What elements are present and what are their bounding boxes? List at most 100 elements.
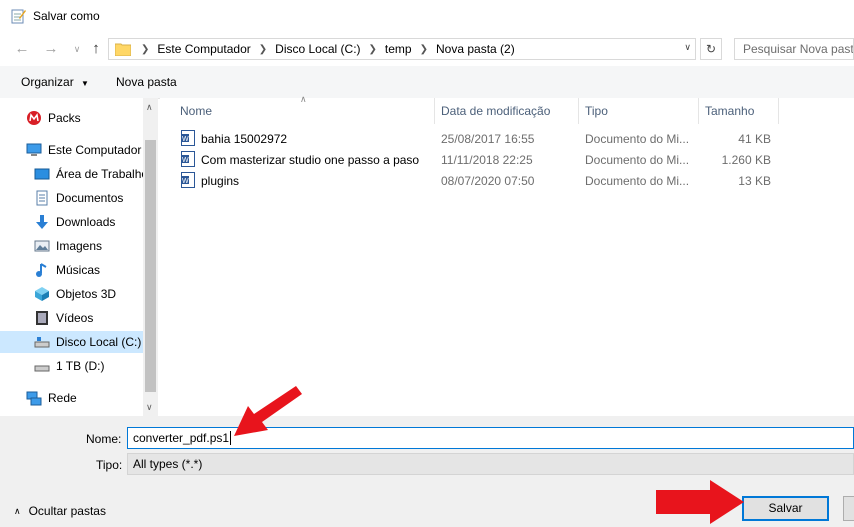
sidebar-item-label: 1 TB (D:) — [56, 359, 105, 373]
text-caret — [230, 431, 232, 445]
svg-text:W: W — [182, 157, 189, 164]
word-document-icon: W — [181, 130, 195, 146]
network-icon — [26, 390, 42, 406]
drive-icon — [34, 358, 50, 374]
sidebar-item-label: Este Computador — [48, 143, 142, 157]
refresh-icon[interactable]: ↻ — [700, 38, 722, 60]
images-icon — [34, 238, 50, 254]
chevron-up-icon: ∧ — [14, 505, 21, 516]
sidebar-item-objetos-3d[interactable]: Objetos 3D — [34, 283, 116, 305]
file-type: Documento do Mi... — [585, 153, 690, 167]
column-header-date[interactable]: Data de modificação — [441, 104, 550, 118]
sidebar-item-label: Rede — [48, 391, 77, 405]
svg-text:W: W — [182, 178, 189, 185]
sidebar-item-disco-local[interactable]: Disco Local (C:) — [34, 331, 141, 353]
column-header-name[interactable]: Nome — [180, 104, 212, 118]
sidebar-item-label: Documentos — [56, 191, 124, 205]
file-name: bahia 15002972 — [201, 132, 288, 146]
red-arrow-annotation — [656, 480, 744, 524]
file-type: Documento do Mi... — [585, 132, 690, 146]
sidebar-item-este-computador[interactable]: Este Computador — [26, 139, 141, 161]
column-divider[interactable] — [578, 98, 579, 124]
3d-objects-icon — [34, 286, 50, 302]
name-label: Nome: — [86, 432, 122, 446]
file-size: 41 KB — [738, 132, 771, 146]
search-input[interactable]: Pesquisar Nova pasta (2) — [734, 38, 854, 60]
sidebar-item-label: Imagens — [56, 239, 103, 253]
sidebar-item-imagens[interactable]: Imagens — [34, 235, 102, 257]
downloads-icon — [34, 214, 50, 230]
column-header-size[interactable]: Tamanho — [705, 104, 754, 118]
breadcrumb-disco-local[interactable]: Disco Local (C:) — [271, 42, 364, 56]
file-name: Com masterizar studio one passo a paso — [201, 153, 420, 167]
sidebar-item-musicas[interactable]: Músicas — [34, 259, 100, 281]
sidebar-item-1tb[interactable]: 1 TB (D:) — [34, 355, 104, 377]
table-row[interactable]: W bahia 15002972 25/08/2017 16:55 Docume… — [178, 129, 778, 149]
chevron-right-icon[interactable]: ❯ — [365, 44, 381, 55]
file-size: 1.260 KB — [721, 153, 771, 167]
sidebar-item-area-de-trabalho[interactable]: Área de Trabalho — [34, 163, 148, 185]
file-type: Documento do Mi... — [585, 174, 690, 188]
notepad-icon — [11, 9, 26, 24]
computer-icon — [26, 142, 42, 158]
scroll-down-icon[interactable]: ∨ — [146, 402, 153, 413]
sidebar-item-label: Objetos 3D — [56, 287, 117, 301]
word-document-icon: W — [181, 151, 195, 167]
videos-icon — [34, 310, 50, 326]
breadcrumb-temp[interactable]: temp — [381, 42, 416, 56]
title-bar — [0, 0, 854, 32]
file-date: 11/11/2018 22:25 — [441, 153, 533, 167]
sidebar-item-rede[interactable]: Rede — [26, 387, 77, 409]
caret-down-icon: ▼ — [81, 79, 89, 88]
column-header-type[interactable]: Tipo — [585, 104, 608, 118]
sidebar-item-label: Packs — [48, 111, 81, 125]
sidebar-item-label: Vídeos — [56, 311, 94, 325]
desktop-icon — [34, 166, 50, 182]
chevron-right-icon[interactable]: ❯ — [255, 44, 271, 55]
back-arrow-icon[interactable]: ← — [12, 39, 32, 59]
file-date: 25/08/2017 16:55 — [441, 132, 535, 146]
svg-text:W: W — [182, 136, 189, 143]
red-arrow-annotation — [234, 386, 302, 436]
address-bar[interactable]: ❯ Este Computador ❯ Disco Local (C:) ❯ t… — [108, 38, 696, 60]
chevron-down-icon[interactable]: ∨ — [684, 42, 691, 53]
new-folder-button[interactable]: Nova pasta — [116, 75, 177, 89]
table-row[interactable]: W Com masterizar studio one passo a paso… — [178, 150, 778, 170]
chevron-right-icon[interactable]: ❯ — [416, 44, 432, 55]
scroll-up-icon[interactable]: ∧ — [146, 102, 153, 113]
sidebar-item-label: Área de Trabalho — [56, 167, 149, 181]
sidebar-item-label: Disco Local (C:) — [56, 335, 142, 349]
filename-value: converter_pdf.ps1 — [133, 431, 230, 445]
column-divider[interactable] — [434, 98, 435, 124]
column-divider[interactable] — [698, 98, 699, 124]
sort-ascending-icon: ∧ — [300, 94, 307, 104]
save-button[interactable]: Salvar — [742, 496, 829, 521]
up-arrow-icon[interactable]: ↑ — [86, 39, 106, 59]
music-icon — [34, 262, 50, 278]
sidebar-item-videos[interactable]: Vídeos — [34, 307, 93, 329]
file-size: 13 KB — [738, 174, 771, 188]
recent-dropdown-icon[interactable]: ∨ — [67, 39, 87, 59]
column-divider[interactable] — [778, 98, 779, 124]
sidebar-item-documentos[interactable]: Documentos — [34, 187, 123, 209]
folder-icon — [115, 43, 131, 56]
organize-label: Organizar — [21, 75, 74, 89]
breadcrumb-nova-pasta[interactable]: Nova pasta (2) — [432, 42, 519, 56]
scrollbar-thumb[interactable] — [145, 140, 156, 392]
packs-icon — [26, 110, 42, 126]
word-document-icon: W — [181, 172, 195, 188]
cancel-button[interactable] — [843, 496, 854, 521]
file-type-select[interactable]: All types (*.*) — [127, 453, 854, 475]
forward-arrow-icon[interactable]: → — [41, 39, 61, 59]
sidebar-item-packs[interactable]: Packs — [26, 107, 81, 129]
hide-folders-toggle[interactable]: ∧ Ocultar pastas — [14, 504, 106, 518]
organize-button[interactable]: Organizar ▼ — [21, 75, 89, 89]
documents-icon — [34, 190, 50, 206]
drive-icon — [34, 334, 50, 350]
hide-folders-label: Ocultar pastas — [28, 504, 106, 518]
chevron-right-icon: ❯ — [141, 43, 150, 55]
breadcrumb-este-computador[interactable]: Este Computador — [153, 42, 254, 56]
sidebar-item-label: Downloads — [56, 215, 116, 229]
sidebar-item-downloads[interactable]: Downloads — [34, 211, 115, 233]
table-row[interactable]: W plugins 08/07/2020 07:50 Documento do … — [178, 171, 778, 191]
